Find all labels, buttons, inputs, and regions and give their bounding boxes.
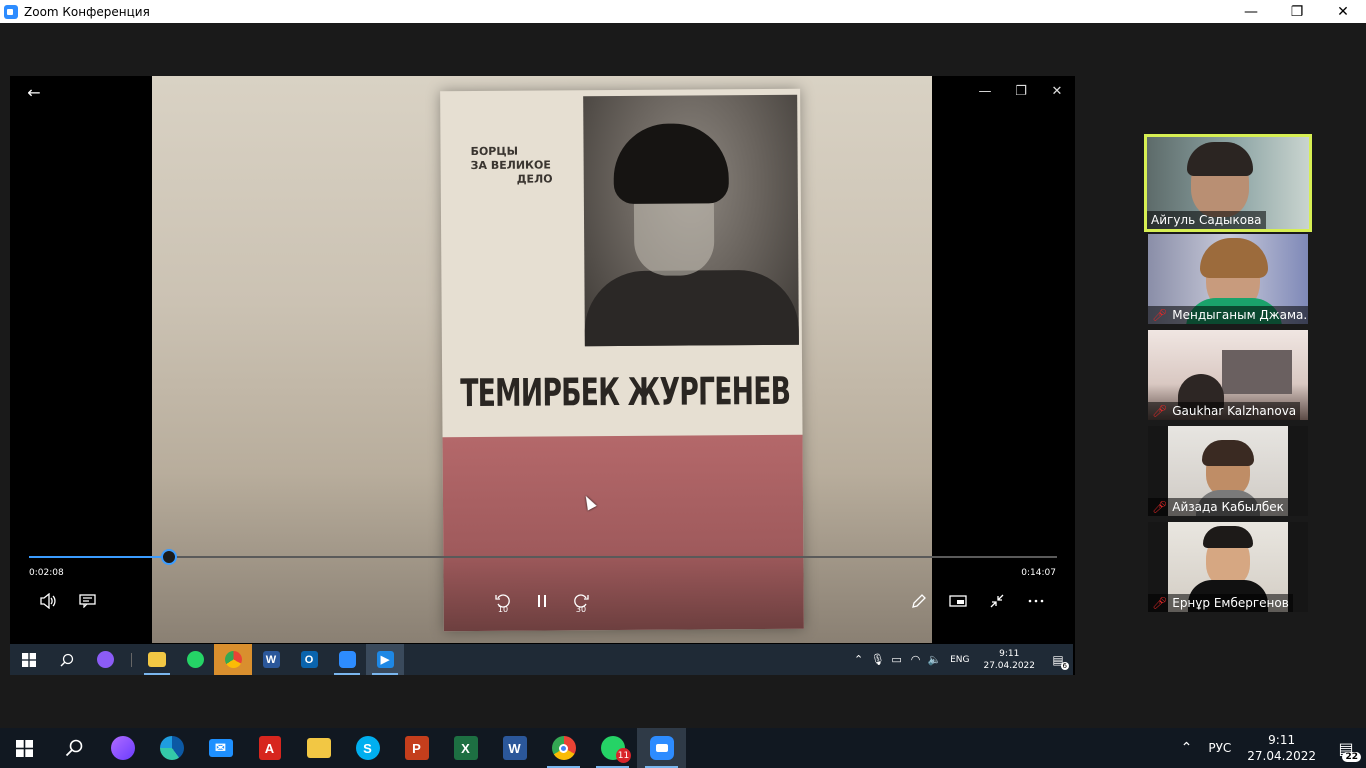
- shared-battery-icon[interactable]: ▭: [887, 653, 906, 666]
- mail-icon[interactable]: ✉: [196, 728, 245, 768]
- participant-tile[interactable]: 🎤︎ Мендыганым Джама...: [1148, 234, 1308, 324]
- shared-search-icon[interactable]: [48, 644, 86, 675]
- captions-icon[interactable]: [73, 589, 101, 613]
- shared-microphone-icon[interactable]: 🎙: [868, 653, 887, 666]
- shared-system-tray: ⌃ 🎙 ▭ ◠ 🔈 ENG 9:11 27.04.2022 ▤ 6: [849, 644, 1073, 675]
- shared-zoom-icon[interactable]: [328, 644, 366, 675]
- shared-tray-chevron-icon[interactable]: ⌃: [849, 653, 868, 666]
- excel-icon[interactable]: X: [441, 728, 490, 768]
- participant-name: 🎤︎ Gaukhar Kalzhanova: [1148, 402, 1301, 420]
- skip-back-seconds: 10: [497, 605, 509, 614]
- shared-chrome-icon[interactable]: [214, 644, 252, 675]
- file-explorer-icon[interactable]: [294, 728, 343, 768]
- shared-clock-time: 9:11: [999, 648, 1020, 659]
- book-portrait-photo: [583, 94, 799, 347]
- book-series-line: ЗА ВЕЛИКОЕ: [470, 158, 551, 173]
- shared-start-button[interactable]: [10, 644, 48, 675]
- participant-tile[interactable]: 🎤︎ Gaukhar Kalzhanova: [1148, 330, 1308, 420]
- notification-count: 22: [1342, 752, 1361, 762]
- skype-icon[interactable]: S: [343, 728, 392, 768]
- pen-icon[interactable]: [905, 589, 933, 613]
- shared-divider: [124, 644, 138, 675]
- windows-taskbar: ✉ A S P X W 11 ⌃ РУС 9:11 27.04.2022 ▤ 22: [0, 728, 1366, 768]
- player-close-button[interactable]: ✕: [1045, 80, 1069, 102]
- whatsapp-icon[interactable]: 11: [588, 728, 637, 768]
- player-restore-button[interactable]: ❐: [1009, 80, 1033, 102]
- zoom-logo-icon: [4, 4, 18, 19]
- shared-file-explorer-icon[interactable]: [138, 644, 176, 675]
- whatsapp-badge: 11: [616, 748, 631, 763]
- more-options-icon[interactable]: [1022, 589, 1050, 613]
- start-button[interactable]: [0, 728, 49, 768]
- skip-forward-icon[interactable]: 30: [567, 589, 595, 614]
- shared-media-player-icon[interactable]: ▶: [366, 644, 404, 675]
- tray-chevron-icon[interactable]: ⌃: [1171, 740, 1203, 756]
- shared-notification-count: 6: [1060, 662, 1069, 670]
- book-series-line: ДЕЛО: [516, 172, 553, 186]
- shared-clock-date: 27.04.2022: [983, 660, 1035, 671]
- book-series-line: БОРЦЫ: [470, 144, 518, 159]
- shared-language-indicator[interactable]: ENG: [944, 655, 975, 665]
- window-controls: — ❐ ✕: [1228, 0, 1366, 23]
- participant-tile[interactable]: Айгуль Садыкова: [1144, 134, 1312, 232]
- system-tray: ⌃ РУС 9:11 27.04.2022 ▤ 22: [1171, 728, 1366, 768]
- notification-center-icon[interactable]: ▤ 22: [1326, 728, 1366, 768]
- alice-icon[interactable]: [98, 728, 147, 768]
- player-minimize-button[interactable]: —: [973, 80, 997, 102]
- participant-tile[interactable]: 🎤︎ Ернұр Ембергенов: [1148, 522, 1308, 612]
- shared-outlook-icon[interactable]: O: [290, 644, 328, 675]
- skip-back-icon[interactable]: 10: [489, 589, 517, 614]
- player-window-controls: — ❐ ✕: [973, 80, 1069, 102]
- participant-tile[interactable]: 🎤︎ Айзада Кабылбек: [1148, 426, 1308, 516]
- pause-icon[interactable]: [528, 589, 556, 613]
- minimize-button[interactable]: —: [1228, 0, 1274, 23]
- word-icon[interactable]: W: [490, 728, 539, 768]
- progress-bar[interactable]: [29, 549, 1057, 565]
- muted-mic-icon: 🎤︎: [1152, 308, 1168, 322]
- book-cover: БОРЦЫ ЗА ВЕЛИКОЕ ДЕЛО ТЕМИРБЕК ЖУРГЕНЕВ: [440, 88, 804, 632]
- powerpoint-icon[interactable]: P: [392, 728, 441, 768]
- shared-notification-icon[interactable]: ▤ 6: [1043, 644, 1073, 675]
- shared-alice-icon[interactable]: [86, 644, 124, 675]
- progress-fill: [29, 556, 170, 558]
- participant-name: 🎤︎ Мендыганым Джама...: [1148, 306, 1308, 324]
- window-title: Zoom Конференция: [24, 4, 150, 19]
- shared-taskbar: W O ▶ ⌃ 🎙 ▭ ◠ 🔈 ENG 9:11 27.04.2022 ▤ 6: [10, 644, 1073, 675]
- muted-mic-icon: 🎤︎: [1152, 596, 1168, 610]
- chrome-icon[interactable]: [539, 728, 588, 768]
- shared-clock[interactable]: 9:11 27.04.2022: [975, 648, 1043, 672]
- participant-name: Айгуль Садыкова: [1147, 211, 1266, 229]
- clock-date: 27.04.2022: [1247, 749, 1316, 763]
- close-button[interactable]: ✕: [1320, 0, 1366, 23]
- search-icon[interactable]: [49, 728, 98, 768]
- exit-fullscreen-icon[interactable]: [983, 589, 1011, 613]
- current-time: 0:02:08: [29, 568, 64, 578]
- book-series-label: БОРЦЫ ЗА ВЕЛИКОЕ ДЕЛО: [470, 144, 552, 187]
- mini-view-icon[interactable]: [944, 589, 972, 613]
- shared-speaker-icon[interactable]: 🔈: [925, 653, 944, 666]
- edge-icon[interactable]: [147, 728, 196, 768]
- book-title: ТЕМИРБЕК ЖУРГЕНЕВ: [460, 368, 791, 416]
- shared-whatsapp-icon[interactable]: [176, 644, 214, 675]
- participant-name: 🎤︎ Айзада Кабылбек: [1148, 498, 1288, 516]
- skip-forward-seconds: 30: [575, 605, 587, 614]
- clock-time: 9:11: [1268, 733, 1296, 747]
- clock[interactable]: 9:11 27.04.2022: [1237, 732, 1326, 764]
- total-time: 0:14:07: [1021, 568, 1056, 578]
- shared-word-icon[interactable]: W: [252, 644, 290, 675]
- volume-icon[interactable]: [34, 589, 62, 613]
- language-indicator[interactable]: РУС: [1202, 741, 1237, 755]
- window-titlebar: Zoom Конференция — ❐ ✕: [0, 0, 1366, 23]
- restore-button[interactable]: ❐: [1274, 0, 1320, 23]
- muted-mic-icon: 🎤︎: [1152, 500, 1168, 514]
- back-arrow-icon[interactable]: ←: [24, 82, 44, 102]
- zoom-icon[interactable]: [637, 728, 686, 768]
- shared-wifi-icon[interactable]: ◠: [906, 653, 925, 666]
- participant-name: 🎤︎ Ернұр Ембергенов: [1148, 594, 1293, 612]
- shared-screen[interactable]: БОРЦЫ ЗА ВЕЛИКОЕ ДЕЛО ТЕМИРБЕК ЖУРГЕНЕВ …: [10, 76, 1075, 675]
- acrobat-icon[interactable]: A: [245, 728, 294, 768]
- muted-mic-icon: 🎤︎: [1152, 404, 1168, 418]
